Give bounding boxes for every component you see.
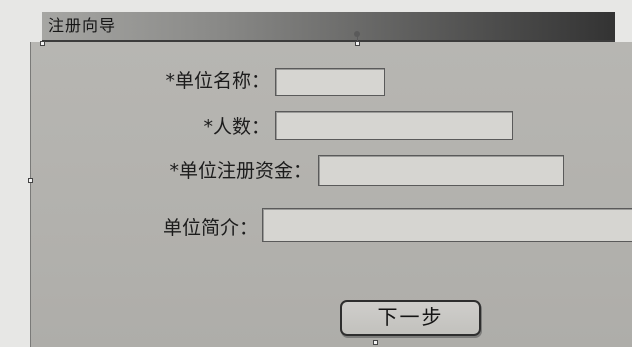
resize-handle-left[interactable]	[28, 178, 33, 183]
resize-handle-bottom[interactable]	[373, 340, 378, 345]
headcount-label: *人数：	[203, 116, 270, 138]
org-intro-input[interactable]	[262, 208, 632, 242]
resize-handle-top[interactable]	[355, 41, 360, 46]
rotate-handle[interactable]	[354, 31, 360, 37]
title-bar[interactable]: 注册向导	[42, 12, 615, 42]
registered-capital-input[interactable]	[318, 155, 564, 186]
next-step-button[interactable]: 下一步	[340, 300, 481, 336]
org-intro-label: 单位简介：	[162, 217, 258, 239]
window-title: 注册向导	[48, 16, 117, 35]
headcount-input[interactable]	[275, 111, 513, 140]
org-name-label: *单位名称：	[165, 70, 270, 92]
org-name-input[interactable]	[275, 68, 385, 96]
resize-handle-top-left[interactable]	[40, 41, 45, 46]
registered-capital-label: *单位注册资金：	[169, 160, 312, 182]
